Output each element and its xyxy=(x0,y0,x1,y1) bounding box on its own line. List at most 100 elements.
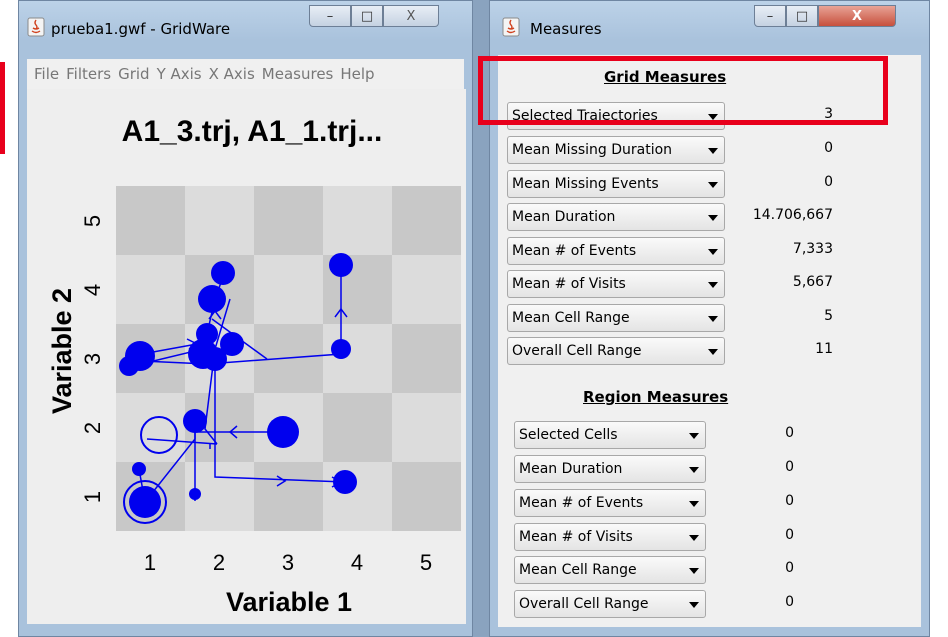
grid-measure-row: Mean Missing Events 0 xyxy=(507,170,917,200)
measure-label: Mean Duration xyxy=(512,209,616,225)
dropdown-arrow-icon xyxy=(708,316,718,322)
java-app-icon xyxy=(27,17,45,37)
grid-measure-row: Mean Missing Duration 0 xyxy=(507,136,917,166)
region-measure-row: Mean Duration 0 xyxy=(514,455,914,485)
region-measure-row: Selected Cells 0 xyxy=(514,421,914,451)
y-axis-label: Variable 2 xyxy=(47,288,77,414)
measure-label: Mean Duration xyxy=(519,461,623,477)
measure-select[interactable]: Mean Duration xyxy=(514,455,706,483)
x-tick-3: 3 xyxy=(282,550,294,575)
grid-measure-row: Mean Duration 14.706,667 xyxy=(507,203,917,233)
measure-value: 5,667 xyxy=(792,274,833,290)
x-tick-5: 5 xyxy=(420,550,432,575)
menu-help[interactable]: Help xyxy=(340,65,374,83)
maximize-button[interactable]: □ xyxy=(351,5,383,27)
y-tick-4: 4 xyxy=(80,284,105,296)
close-button[interactable]: X xyxy=(818,5,896,27)
dropdown-arrow-icon xyxy=(708,349,718,355)
menu-y-axis[interactable]: Y Axis xyxy=(157,65,202,83)
measure-value: 5 xyxy=(824,308,833,324)
measure-label: Overall Cell Range xyxy=(519,596,649,612)
measure-label: Mean Missing Duration xyxy=(512,142,673,158)
menu-file[interactable]: File xyxy=(34,65,59,83)
close-icon: X xyxy=(851,8,863,24)
y-tick-2: 2 xyxy=(80,422,105,434)
y-tick-5: 5 xyxy=(80,215,105,227)
measure-select[interactable]: Overall Cell Range xyxy=(514,590,706,618)
close-icon: X xyxy=(406,8,416,24)
gridware-titlebar[interactable]: prueba1.gwf - GridWare – □ X xyxy=(19,1,472,47)
measure-label: Mean Cell Range xyxy=(512,310,630,326)
measure-label: Overall Cell Range xyxy=(512,343,642,359)
left-edge-marker xyxy=(0,62,5,154)
measure-label: Mean Missing Events xyxy=(512,176,659,192)
plot-title: A1_3.trj, A1_1.trj... xyxy=(122,115,383,148)
menu-x-axis[interactable]: X Axis xyxy=(209,65,255,83)
measure-select[interactable]: Selected Cells xyxy=(514,421,706,449)
measure-label: Mean # of Events xyxy=(519,495,644,511)
java-app-icon xyxy=(502,17,520,37)
y-tick-3: 3 xyxy=(80,353,105,365)
dropdown-arrow-icon xyxy=(689,501,699,507)
dropdown-arrow-icon xyxy=(689,568,699,574)
measure-select[interactable]: Mean Cell Range xyxy=(507,304,725,332)
measure-value: 0 xyxy=(785,527,794,543)
grid-plot[interactable]: 1 2 3 4 5 1 2 3 4 5 A1_3.trj, A1_1.trj..… xyxy=(27,89,466,624)
measure-value: 0 xyxy=(785,459,794,475)
dropdown-arrow-icon xyxy=(708,249,718,255)
y-tick-1: 1 xyxy=(80,491,105,503)
dropdown-arrow-icon xyxy=(689,535,699,541)
dropdown-arrow-icon xyxy=(708,282,718,288)
measure-label: Selected Cells xyxy=(519,427,618,443)
grid-measure-row: Mean # of Visits 5,667 xyxy=(507,270,917,300)
measure-value: 0 xyxy=(785,493,794,509)
measure-select[interactable]: Mean # of Events xyxy=(514,489,706,517)
menu-measures[interactable]: Measures xyxy=(262,65,334,83)
measure-label: Mean # of Visits xyxy=(512,276,626,292)
gridware-window: prueba1.gwf - GridWare – □ X File Filter… xyxy=(18,0,473,637)
measure-select[interactable]: Mean # of Events xyxy=(507,237,725,265)
minimize-button[interactable]: – xyxy=(754,5,786,27)
minimize-button[interactable]: – xyxy=(309,5,351,27)
gridware-window-controls: – □ X xyxy=(309,5,439,29)
measure-value: 11 xyxy=(815,341,833,357)
measure-value: 0 xyxy=(785,560,794,576)
measure-value: 0 xyxy=(824,140,833,156)
grid-measure-row: Overall Cell Range 11 xyxy=(507,337,917,367)
dropdown-arrow-icon xyxy=(689,467,699,473)
measure-select[interactable]: Mean # of Visits xyxy=(507,270,725,298)
region-measure-row: Mean # of Events 0 xyxy=(514,489,914,519)
menu-grid[interactable]: Grid xyxy=(118,65,149,83)
menu-filters[interactable]: Filters xyxy=(66,65,111,83)
dropdown-arrow-icon xyxy=(708,182,718,188)
measure-value: 0 xyxy=(785,594,794,610)
dropdown-arrow-icon xyxy=(708,148,718,154)
measure-select[interactable]: Overall Cell Range xyxy=(507,337,725,365)
measure-label: Mean # of Events xyxy=(512,243,637,259)
region-measures-title: Region Measures xyxy=(583,388,729,406)
measure-value: 0 xyxy=(785,425,794,441)
gridware-title: prueba1.gwf - GridWare xyxy=(51,20,231,38)
region-measure-row: Mean # of Visits 0 xyxy=(514,523,914,553)
measure-select[interactable]: Mean Missing Events xyxy=(507,170,725,198)
gridware-menubar: File Filters Grid Y Axis X Axis Measures… xyxy=(27,59,464,89)
measures-window-controls: – □ X xyxy=(754,5,896,29)
measures-titlebar[interactable]: Measures – □ X xyxy=(490,1,929,47)
x-tick-4: 4 xyxy=(351,550,363,575)
measures-panel: Grid Measures Selected Trajectories 3 Me… xyxy=(498,55,921,627)
grid-measure-row: Mean Cell Range 5 xyxy=(507,304,917,334)
measure-value: 7,333 xyxy=(792,241,833,257)
dropdown-arrow-icon xyxy=(689,433,699,439)
measure-select[interactable]: Mean Duration xyxy=(507,203,725,231)
x-axis-label: Variable 1 xyxy=(226,587,352,617)
region-measure-row: Mean Cell Range 0 xyxy=(514,556,914,586)
measure-select[interactable]: Mean # of Visits xyxy=(514,523,706,551)
region-measure-row: Overall Cell Range 0 xyxy=(514,590,914,620)
maximize-button[interactable]: □ xyxy=(786,5,818,27)
measure-label: Mean # of Visits xyxy=(519,529,633,545)
measure-select[interactable]: Mean Missing Duration xyxy=(507,136,725,164)
dropdown-arrow-icon xyxy=(708,215,718,221)
measure-select[interactable]: Mean Cell Range xyxy=(514,556,706,584)
close-button[interactable]: X xyxy=(383,5,439,27)
grid-measure-row: Mean # of Events 7,333 xyxy=(507,237,917,267)
